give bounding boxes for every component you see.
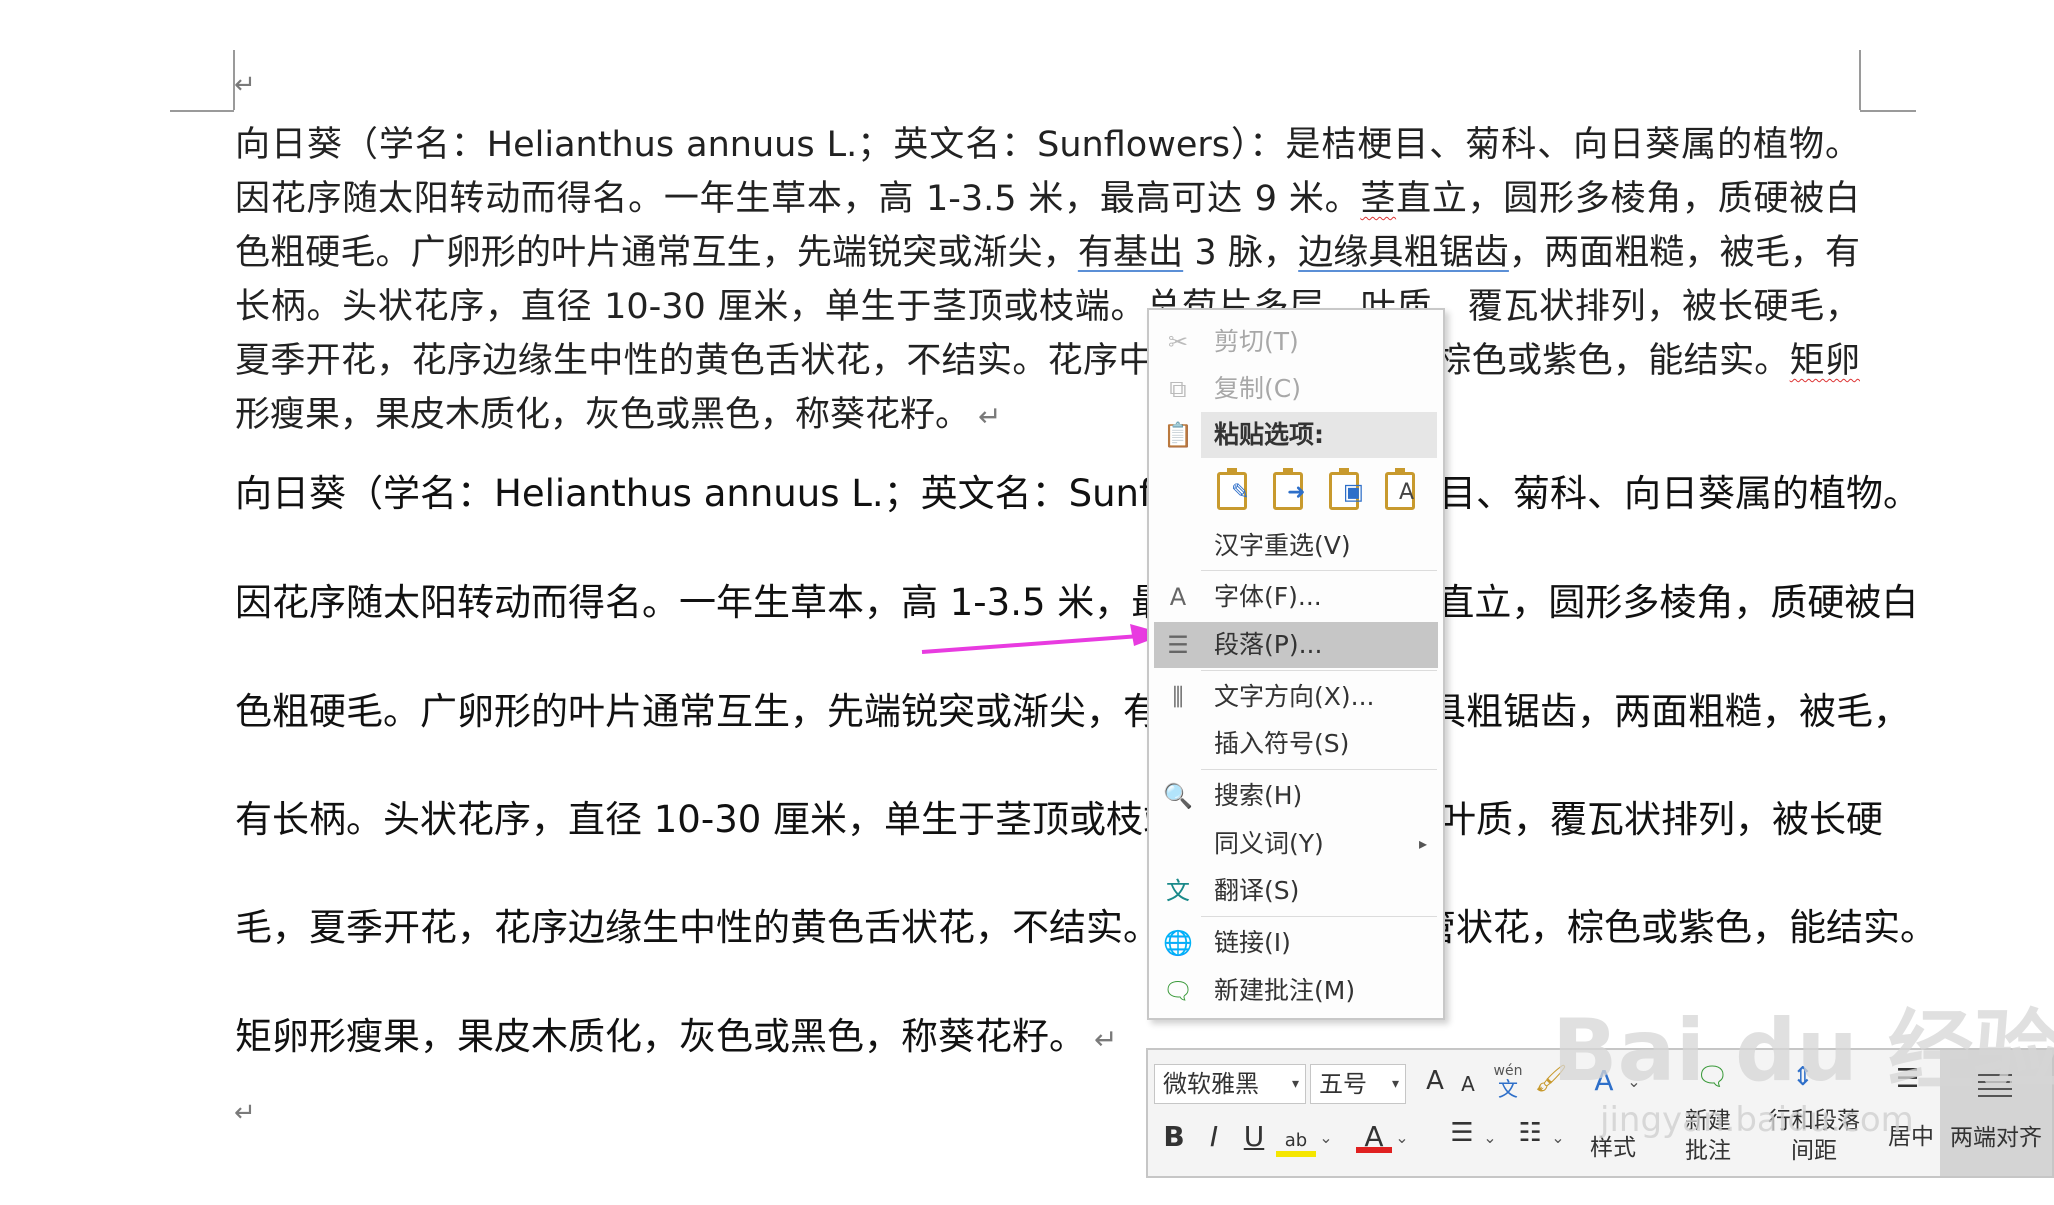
menu-item-new-comment[interactable]: 🗨 新建批注(M): [1149, 968, 1443, 1014]
menu-item-search[interactable]: 🔍 搜索(H): [1149, 773, 1443, 819]
new-comment-icon: 🗨: [1163, 977, 1194, 1005]
chevron-down-icon: ▾: [1391, 1076, 1399, 1092]
context-menu: ✂ 剪切(T) ⧉ 复制(C) 📋 粘贴选项: ✎ ➜ ▣ A 汉字重选(V) …: [1147, 308, 1445, 1020]
watermark-logo: Bai du 经验: [1552, 1001, 2054, 1101]
search-icon: 🔍: [1163, 782, 1193, 810]
menu-separator: [1201, 769, 1437, 770]
highlight-color-bar: [1276, 1151, 1316, 1157]
menu-item-synonyms[interactable]: 同义词(Y) ▸: [1149, 821, 1443, 867]
bullets-icon[interactable]: ☰: [1444, 1118, 1480, 1148]
paragraph-icon: ☰: [1167, 631, 1189, 659]
menu-separator: [1201, 916, 1437, 917]
highlight-button[interactable]: ab: [1276, 1120, 1316, 1157]
menu-separator: [1201, 570, 1437, 571]
text-direction-icon: ⫼: [1172, 683, 1184, 711]
submenu-arrow-icon: ▸: [1418, 834, 1427, 853]
underline-button[interactable]: U: [1238, 1120, 1270, 1153]
numbering-dropdown[interactable]: ⌄: [1550, 1128, 1566, 1147]
menu-item-link[interactable]: 🌐 链接(I): [1149, 920, 1443, 966]
paste-keep-source-formatting-icon[interactable]: ✎: [1213, 468, 1257, 514]
menu-item-translate[interactable]: 文 翻译(S): [1149, 868, 1443, 914]
font-name-combo[interactable]: 微软雅黑 ▾: [1154, 1064, 1306, 1104]
clipboard-icon: 📋: [1163, 421, 1193, 449]
phonetic-guide-button[interactable]: wén 文: [1490, 1062, 1526, 1099]
menu-item-font[interactable]: A 字体(F)...: [1149, 574, 1443, 620]
paste-text-only-icon[interactable]: A: [1381, 468, 1425, 514]
menu-item-paragraph[interactable]: ☰ 段落(P)...: [1154, 622, 1438, 668]
shrink-font-button[interactable]: A: [1456, 1072, 1480, 1096]
menu-separator: [1201, 670, 1437, 671]
chevron-down-icon: ▾: [1291, 1076, 1299, 1092]
copy-icon: ⧉: [1169, 375, 1187, 403]
paste-options-icons: ✎ ➜ ▣ A: [1209, 462, 1439, 520]
font-color-button[interactable]: A: [1356, 1120, 1392, 1153]
highlight-dropdown[interactable]: ⌄: [1318, 1128, 1334, 1147]
menu-item-cut[interactable]: ✂ 剪切(T): [1149, 319, 1443, 365]
paste-picture-icon[interactable]: ▣: [1325, 468, 1369, 514]
font-icon: A: [1169, 583, 1187, 611]
grow-font-button[interactable]: A: [1420, 1066, 1450, 1096]
bullets-dropdown[interactable]: ⌄: [1482, 1128, 1498, 1147]
italic-button[interactable]: I: [1198, 1120, 1230, 1153]
menu-item-hanzi-reselect[interactable]: 汉字重选(V): [1149, 523, 1443, 569]
paste-merge-formatting-icon[interactable]: ➜: [1269, 468, 1313, 514]
font-size-combo[interactable]: 五号 ▾: [1310, 1064, 1406, 1104]
menu-item-copy[interactable]: ⧉ 复制(C): [1149, 366, 1443, 412]
bold-button[interactable]: B: [1158, 1120, 1190, 1153]
link-globe-icon: 🌐: [1163, 929, 1193, 957]
font-color-dropdown[interactable]: ⌄: [1394, 1128, 1410, 1147]
watermark-url: jingyan.baidu.com: [1600, 1100, 1914, 1140]
paste-options-header: 粘贴选项:: [1201, 412, 1437, 458]
scissors-icon: ✂: [1167, 328, 1189, 356]
translate-icon: 文: [1166, 877, 1190, 905]
numbering-icon[interactable]: ☷: [1512, 1118, 1548, 1148]
menu-item-text-direction[interactable]: ⫼ 文字方向(X)...: [1149, 674, 1443, 720]
menu-item-insert-symbol[interactable]: 插入符号(S): [1149, 721, 1443, 767]
